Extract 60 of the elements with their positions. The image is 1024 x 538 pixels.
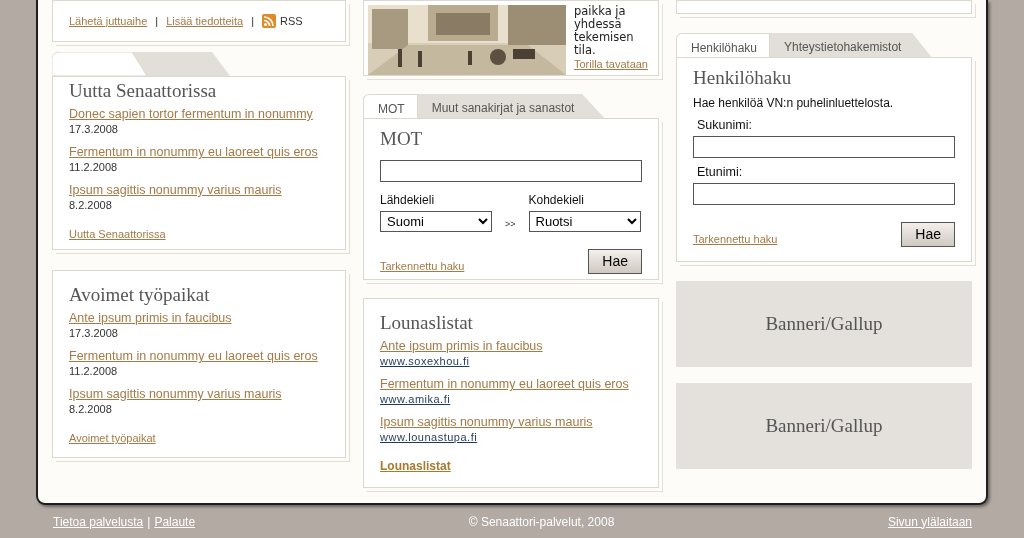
field-label: Kohdekieli [528, 192, 585, 209]
news-link[interactable]: Fermentum in nonummy eu laoreet quis eros [69, 349, 318, 364]
date: 17.3.2008 [69, 326, 118, 340]
description: Hae henkilöä VN:n puhelinluettelosta. [693, 95, 895, 112]
heading: Lounaslistat [380, 311, 474, 335]
news-link[interactable]: Fermentum in nonummy eu laoreet quis eros [69, 145, 318, 160]
date: 11.2.2008 [69, 160, 118, 174]
separator: >> [505, 217, 516, 231]
url-link[interactable]: www.amika.fi [380, 392, 451, 406]
tab[interactable]: Muut sanakirjat ja sanastot [417, 94, 605, 118]
advanced-search-link[interactable]: Tarkennettu haku [380, 259, 465, 274]
link[interactable]: Lisää tiedotteita [166, 13, 244, 29]
feature-link[interactable]: Torilla tavataan [574, 57, 652, 72]
field-label: Lähdekieli [380, 192, 436, 209]
date: 8.2.2008 [69, 198, 112, 212]
more-link[interactable]: Avoimet työpaikat [69, 432, 156, 444]
date: 8.2.2008 [69, 402, 112, 416]
heading: Henkilöhaku [693, 66, 793, 90]
banner-text: Banneri/Gallup [765, 311, 883, 336]
separator: | [147, 513, 151, 531]
more-link[interactable]: Uutta Senaattorissa [69, 228, 166, 240]
rss-icon [262, 14, 277, 28]
top-link[interactable]: Sivun ylälaitaan [887, 512, 972, 531]
date: 11.2.2008 [69, 364, 118, 378]
date: 17.3.2008 [69, 122, 118, 136]
more-link[interactable]: Lounaslistat [380, 459, 451, 473]
news-link[interactable]: Ipsum sagittis nonummy varius mauris [69, 387, 282, 402]
footer-link[interactable]: Tietoa palvelusta [53, 512, 144, 531]
url-link[interactable]: www.lounastupa.fi [380, 430, 478, 444]
heading: MOT [380, 127, 424, 151]
tab[interactable]: Yhteystietohakemistot [770, 33, 932, 57]
separator: | [251, 14, 255, 28]
news-link[interactable]: Ipsum sagittis nonummy varius mauris [69, 183, 282, 198]
link[interactable]: Lähetä juttuaihe [69, 13, 148, 29]
heading: Avoimet työpaikat [69, 283, 211, 307]
search-field[interactable] [380, 160, 642, 182]
language-select[interactable]: Ruotsi [528, 211, 641, 232]
news-link[interactable]: Donec sapien tortor fermentum in nonummy [69, 107, 313, 122]
language-select[interactable]: Suomi [380, 211, 492, 232]
field-label: Etunimi: [697, 163, 744, 181]
news-link[interactable]: Fermentum in nonummy eu laoreet quis eros [380, 377, 629, 392]
heading: Uutta Senaattorissa [69, 79, 218, 103]
url-link[interactable]: www.soxexhou.fi [380, 354, 470, 368]
text-field[interactable] [693, 182, 955, 205]
news-link[interactable]: Ante ipsum primis in faucibus [380, 339, 543, 354]
copyright: © Senaattori-palvelut, 2008 [468, 513, 615, 531]
search-button[interactable]: Hae [588, 249, 642, 274]
footer-link[interactable]: Palaute [154, 512, 196, 531]
news-link[interactable]: Ipsum sagittis nonummy varius mauris [380, 415, 593, 430]
banner-text: Banneri/Gallup [765, 413, 883, 438]
separator: | [155, 14, 159, 28]
tab[interactable]: MOT [363, 94, 418, 118]
rss-link[interactable]: RSS [262, 14, 303, 28]
feature-text: paikka ja yhdessä tekemisen tila. [574, 5, 635, 57]
text-field[interactable] [693, 135, 955, 158]
news-link[interactable]: Ante ipsum primis in faucibus [69, 311, 232, 326]
search-button[interactable]: Hae [901, 221, 955, 247]
tab[interactable]: Henkilöhaku [676, 33, 771, 57]
field-label: Sukunimi: [697, 117, 753, 134]
advanced-search-link[interactable]: Tarkennettu haku [693, 231, 778, 247]
